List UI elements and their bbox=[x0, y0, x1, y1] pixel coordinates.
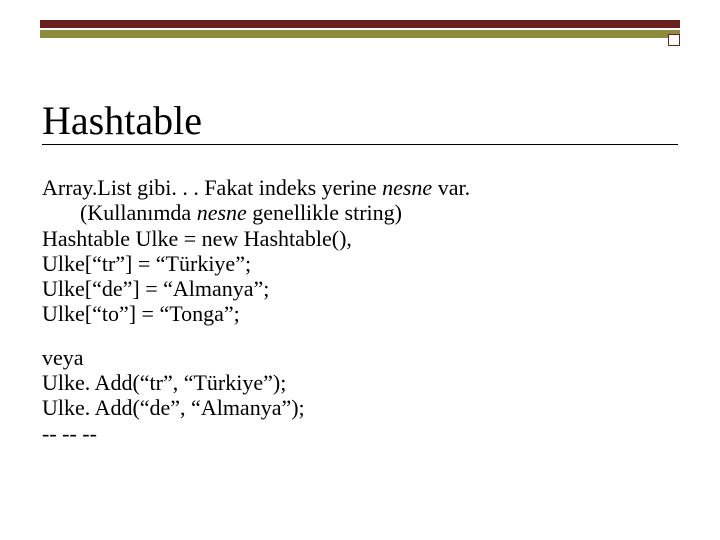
text-span: var. bbox=[432, 175, 470, 200]
text-span: (Kullanımda bbox=[80, 200, 197, 225]
decorative-square-icon bbox=[668, 34, 680, 46]
slide-title: Hashtable bbox=[42, 100, 678, 145]
bar-maroon bbox=[40, 20, 680, 28]
emph-nesne: nesne bbox=[382, 175, 432, 200]
body-line-9: Ulke. Add(“de”, “Almanya”); bbox=[42, 395, 678, 420]
bar-olive bbox=[40, 30, 680, 38]
body-line-3: Hashtable Ulke = new Hashtable(), bbox=[42, 226, 678, 251]
spacer bbox=[42, 327, 678, 345]
text-span: Array.List gibi. . . Fakat indeks yerine bbox=[42, 175, 382, 200]
slide-body: Array.List gibi. . . Fakat indeks yerine… bbox=[42, 175, 678, 446]
body-line-4: Ulke[“tr”] = “Türkiye”; bbox=[42, 251, 678, 276]
emph-nesne: nesne bbox=[197, 200, 247, 225]
slide: Hashtable Array.List gibi. . . Fakat ind… bbox=[0, 0, 720, 540]
text-span: genellikle string) bbox=[247, 200, 402, 225]
body-line-7: veya bbox=[42, 345, 678, 370]
body-line-8: Ulke. Add(“tr”, “Türkiye”); bbox=[42, 370, 678, 395]
decorative-bars bbox=[40, 20, 680, 44]
body-line-5: Ulke[“de”] = “Almanya”; bbox=[42, 276, 678, 301]
body-line-10: -- -- -- bbox=[42, 421, 678, 446]
body-line-6: Ulke[“to”] = “Tonga”; bbox=[42, 301, 678, 326]
body-line-1: Array.List gibi. . . Fakat indeks yerine… bbox=[42, 175, 678, 200]
body-line-2: (Kullanımda nesne genellikle string) bbox=[42, 200, 678, 225]
